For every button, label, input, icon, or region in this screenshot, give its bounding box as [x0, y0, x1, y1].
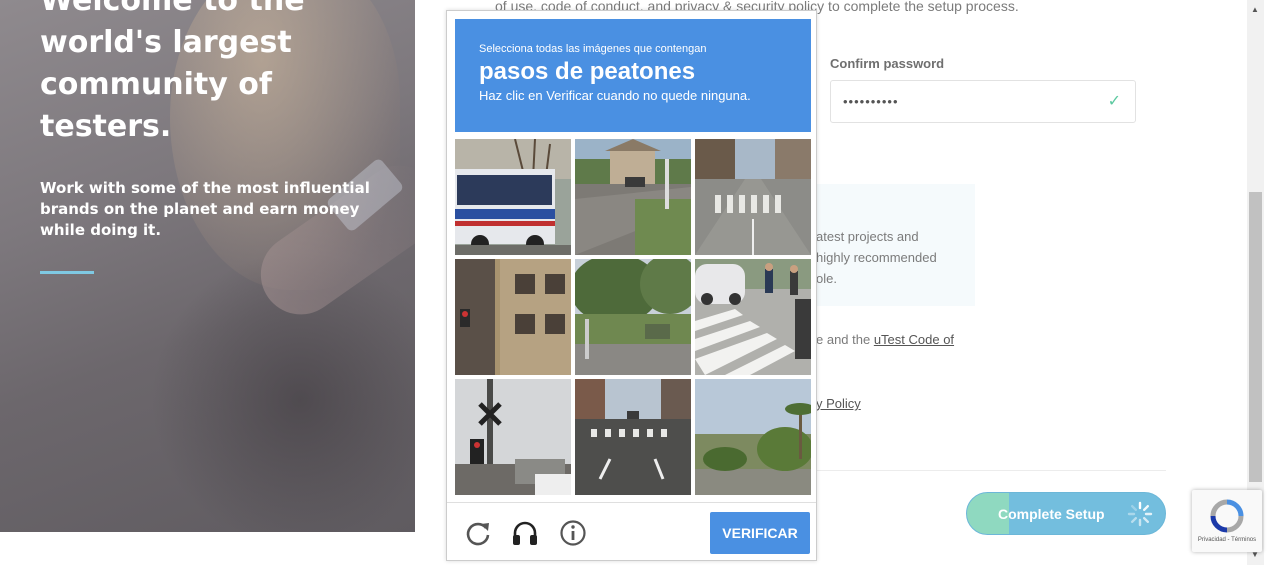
- loading-spinner-icon: [1127, 501, 1153, 527]
- scroll-up-icon[interactable]: ▲: [1251, 5, 1259, 14]
- confirm-password-field[interactable]: •••••••••• ✓: [830, 80, 1136, 123]
- road-crossing-image: [695, 139, 811, 255]
- building-image: [455, 259, 571, 375]
- hero-panel: Welcome to the world's largest community…: [0, 0, 415, 532]
- hero-title-line: community of: [40, 67, 272, 102]
- audio-icon[interactable]: [511, 519, 539, 547]
- hero-title-line: testers.: [40, 109, 172, 144]
- crosswalk-pedestrians-image: [695, 259, 811, 375]
- agree-prefix: e and the: [816, 332, 874, 347]
- scrollbar-thumb[interactable]: [1249, 192, 1262, 482]
- code-of-conduct-link[interactable]: uTest Code of: [874, 332, 954, 347]
- captcha-target: pasos de peatones: [479, 58, 696, 85]
- reload-icon[interactable]: [464, 519, 492, 547]
- recaptcha-logo-icon: [1210, 499, 1244, 533]
- privacy-policy-link[interactable]: y Policy: [816, 396, 861, 411]
- hero-accent-line: [40, 271, 94, 274]
- captcha-header: Selecciona todas las imágenes que conten…: [455, 19, 811, 132]
- captcha-footer: VERIFICAR: [447, 502, 816, 561]
- bus-image: [455, 139, 571, 255]
- info-line: ole.: [816, 271, 837, 286]
- confirm-password-label: Confirm password: [830, 56, 945, 71]
- city-street-crosswalk-image: [575, 379, 691, 495]
- captcha-tile-street-corner[interactable]: [575, 139, 691, 255]
- captcha-instruction: Selecciona todas las imágenes que conten…: [479, 43, 707, 55]
- recaptcha-badge-text[interactable]: Privacidad - Términos: [1192, 537, 1262, 543]
- hero-subtitle: Work with some of the most influential b…: [40, 179, 370, 239]
- captcha-tile-bus[interactable]: [455, 139, 571, 255]
- captcha-tile-street-trees[interactable]: [575, 259, 691, 375]
- captcha-tile-palm-trees[interactable]: [695, 379, 811, 495]
- page-scrollbar[interactable]: ▲ ▼: [1247, 0, 1264, 565]
- complete-setup-label: Complete Setup: [998, 506, 1105, 522]
- captcha-hint: Haz clic en Verificar cuando no quede ni…: [479, 88, 751, 103]
- info-line: highly recommended: [816, 250, 937, 265]
- info-text: atest projects and highly recommended ol…: [816, 226, 937, 289]
- page-root: Welcome to the world's largest community…: [0, 0, 1280, 565]
- complete-setup-button[interactable]: Complete Setup: [966, 492, 1166, 535]
- hero-title: Welcome to the world's largest community…: [40, 0, 380, 148]
- hero-title-line: Welcome to the: [40, 0, 305, 18]
- captcha-tile-road-crossing[interactable]: [695, 139, 811, 255]
- check-icon: ✓: [1107, 93, 1121, 110]
- captcha-challenge: Selecciona todas las imágenes que conten…: [446, 10, 817, 561]
- traffic-signal-image: [455, 379, 571, 495]
- captcha-tile-traffic-signal[interactable]: [455, 379, 571, 495]
- captcha-tile-building[interactable]: [455, 259, 571, 375]
- street-trees-image: [575, 259, 691, 375]
- agree-text: e and the uTest Code of: [816, 332, 954, 347]
- recaptcha-badge[interactable]: Privacidad - Términos: [1192, 490, 1262, 552]
- street-corner-image: [575, 139, 691, 255]
- palm-trees-image: [695, 379, 811, 495]
- captcha-tile-city-street-crosswalk[interactable]: [575, 379, 691, 495]
- captcha-tile-crosswalk-pedestrians[interactable]: [695, 259, 811, 375]
- hero-title-line: world's largest: [40, 25, 292, 60]
- verify-button[interactable]: VERIFICAR: [710, 512, 810, 554]
- divider: [816, 470, 1166, 471]
- info-line: atest projects and: [816, 229, 919, 244]
- info-icon[interactable]: [559, 519, 587, 547]
- confirm-password-value: ••••••••••: [843, 94, 899, 109]
